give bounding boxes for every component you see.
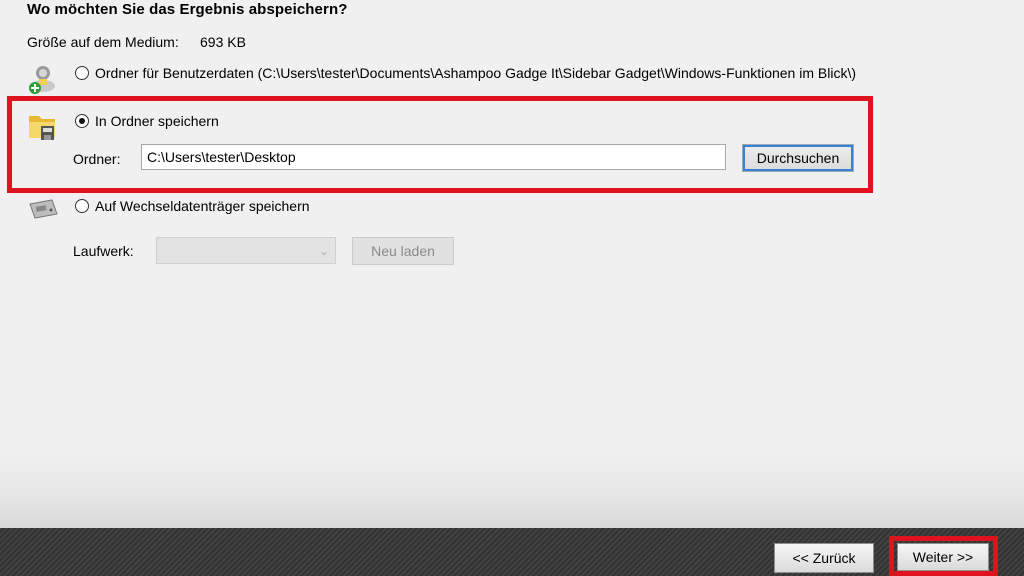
save-location-dialog: Wo möchten Sie das Ergebnis abspeichern?… xyxy=(0,0,1024,576)
user-data-radio[interactable] xyxy=(75,66,89,80)
main-panel: Wo möchten Sie das Ergebnis abspeichern?… xyxy=(0,0,1024,528)
folder-option-label[interactable]: In Ordner speichern xyxy=(95,113,219,129)
back-button[interactable]: << Zurück xyxy=(774,543,874,573)
browse-button[interactable]: Durchsuchen xyxy=(742,144,854,172)
next-button[interactable]: Weiter >> xyxy=(897,543,989,571)
folder-path-input[interactable] xyxy=(141,144,726,170)
folder-save-icon xyxy=(26,110,60,149)
reload-button[interactable]: Neu laden xyxy=(352,237,454,265)
removable-option-radio[interactable] xyxy=(75,199,89,213)
removable-drive-icon xyxy=(26,196,60,229)
folder-field-label: Ordner: xyxy=(73,151,121,167)
drive-field-label: Laufwerk: xyxy=(73,243,134,259)
drive-select[interactable]: ⌄ xyxy=(156,237,336,264)
chevron-down-icon: ⌄ xyxy=(318,244,329,258)
removable-option-label[interactable]: Auf Wechseldatenträger speichern xyxy=(95,198,310,214)
folder-option-radio[interactable] xyxy=(75,114,89,128)
size-value: 693 KB xyxy=(200,34,246,50)
size-label: Größe auf dem Medium: xyxy=(27,34,179,50)
user-data-option-label[interactable]: Ordner für Benutzerdaten (C:\Users\teste… xyxy=(95,65,856,81)
page-title: Wo möchten Sie das Ergebnis abspeichern? xyxy=(27,1,348,18)
